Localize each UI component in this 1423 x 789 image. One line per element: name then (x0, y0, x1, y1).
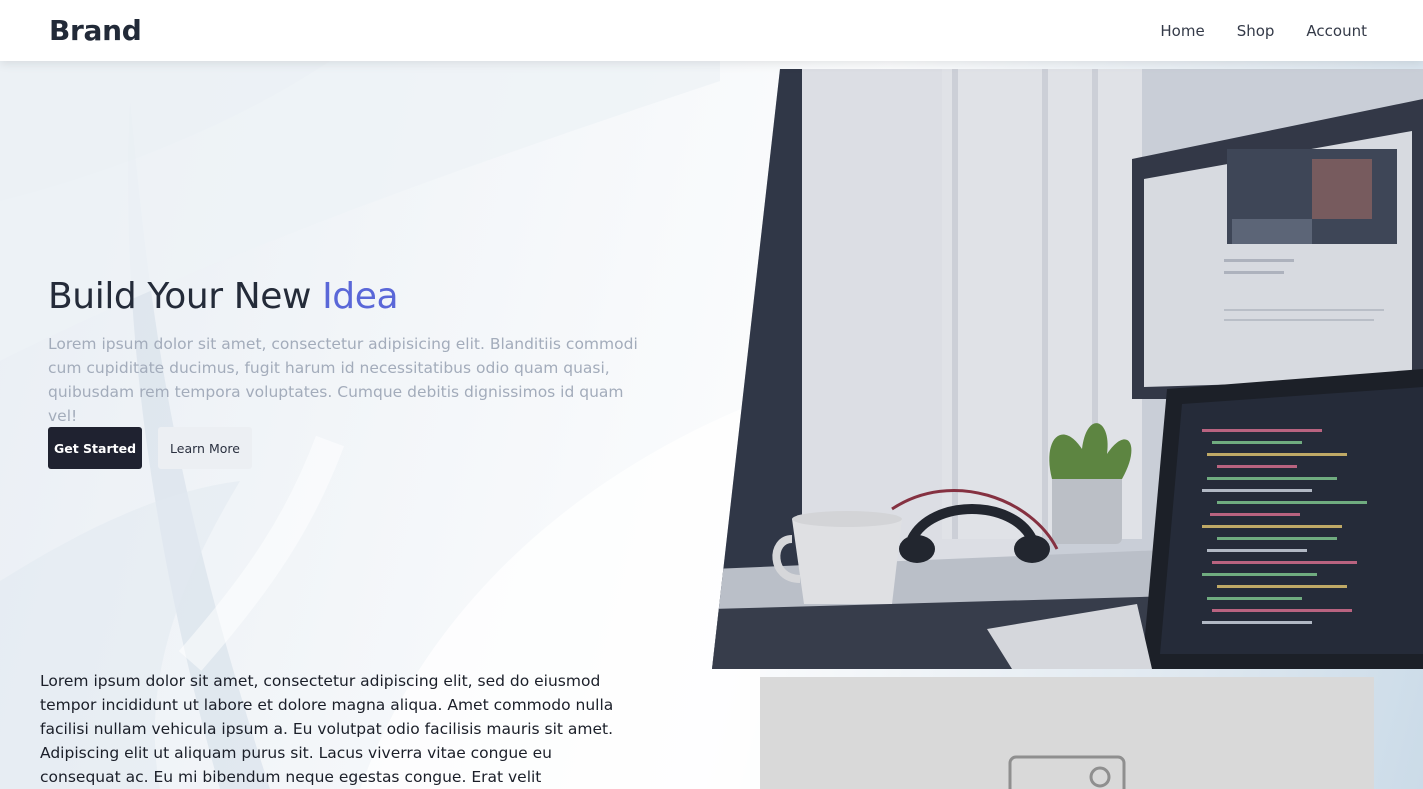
image-placeholder (760, 677, 1374, 789)
get-started-button[interactable]: Get Started (48, 427, 142, 469)
hero-description: Lorem ipsum dolor sit amet, consectetur … (48, 335, 638, 425)
nav-link-shop[interactable]: Shop (1237, 22, 1275, 40)
main-nav: Home Shop Account (1160, 22, 1367, 40)
hero-image (712, 69, 1423, 669)
hero-title: Build Your New Idea (48, 276, 399, 317)
content-paragraph: Lorem ipsum dolor sit amet, consectetur … (40, 672, 614, 786)
learn-more-button[interactable]: Learn More (158, 427, 252, 469)
top-navbar: Brand Home Shop Account (0, 0, 1423, 61)
hero-title-main: Build Your New (48, 276, 323, 317)
image-placeholder-icon (1008, 755, 1126, 789)
desk-workspace-illustration (712, 69, 1423, 669)
hero-title-accent: Idea (322, 276, 399, 317)
nav-link-account[interactable]: Account (1306, 22, 1367, 40)
brand-logo[interactable]: Brand (49, 14, 142, 47)
nav-link-home[interactable]: Home (1160, 22, 1204, 40)
